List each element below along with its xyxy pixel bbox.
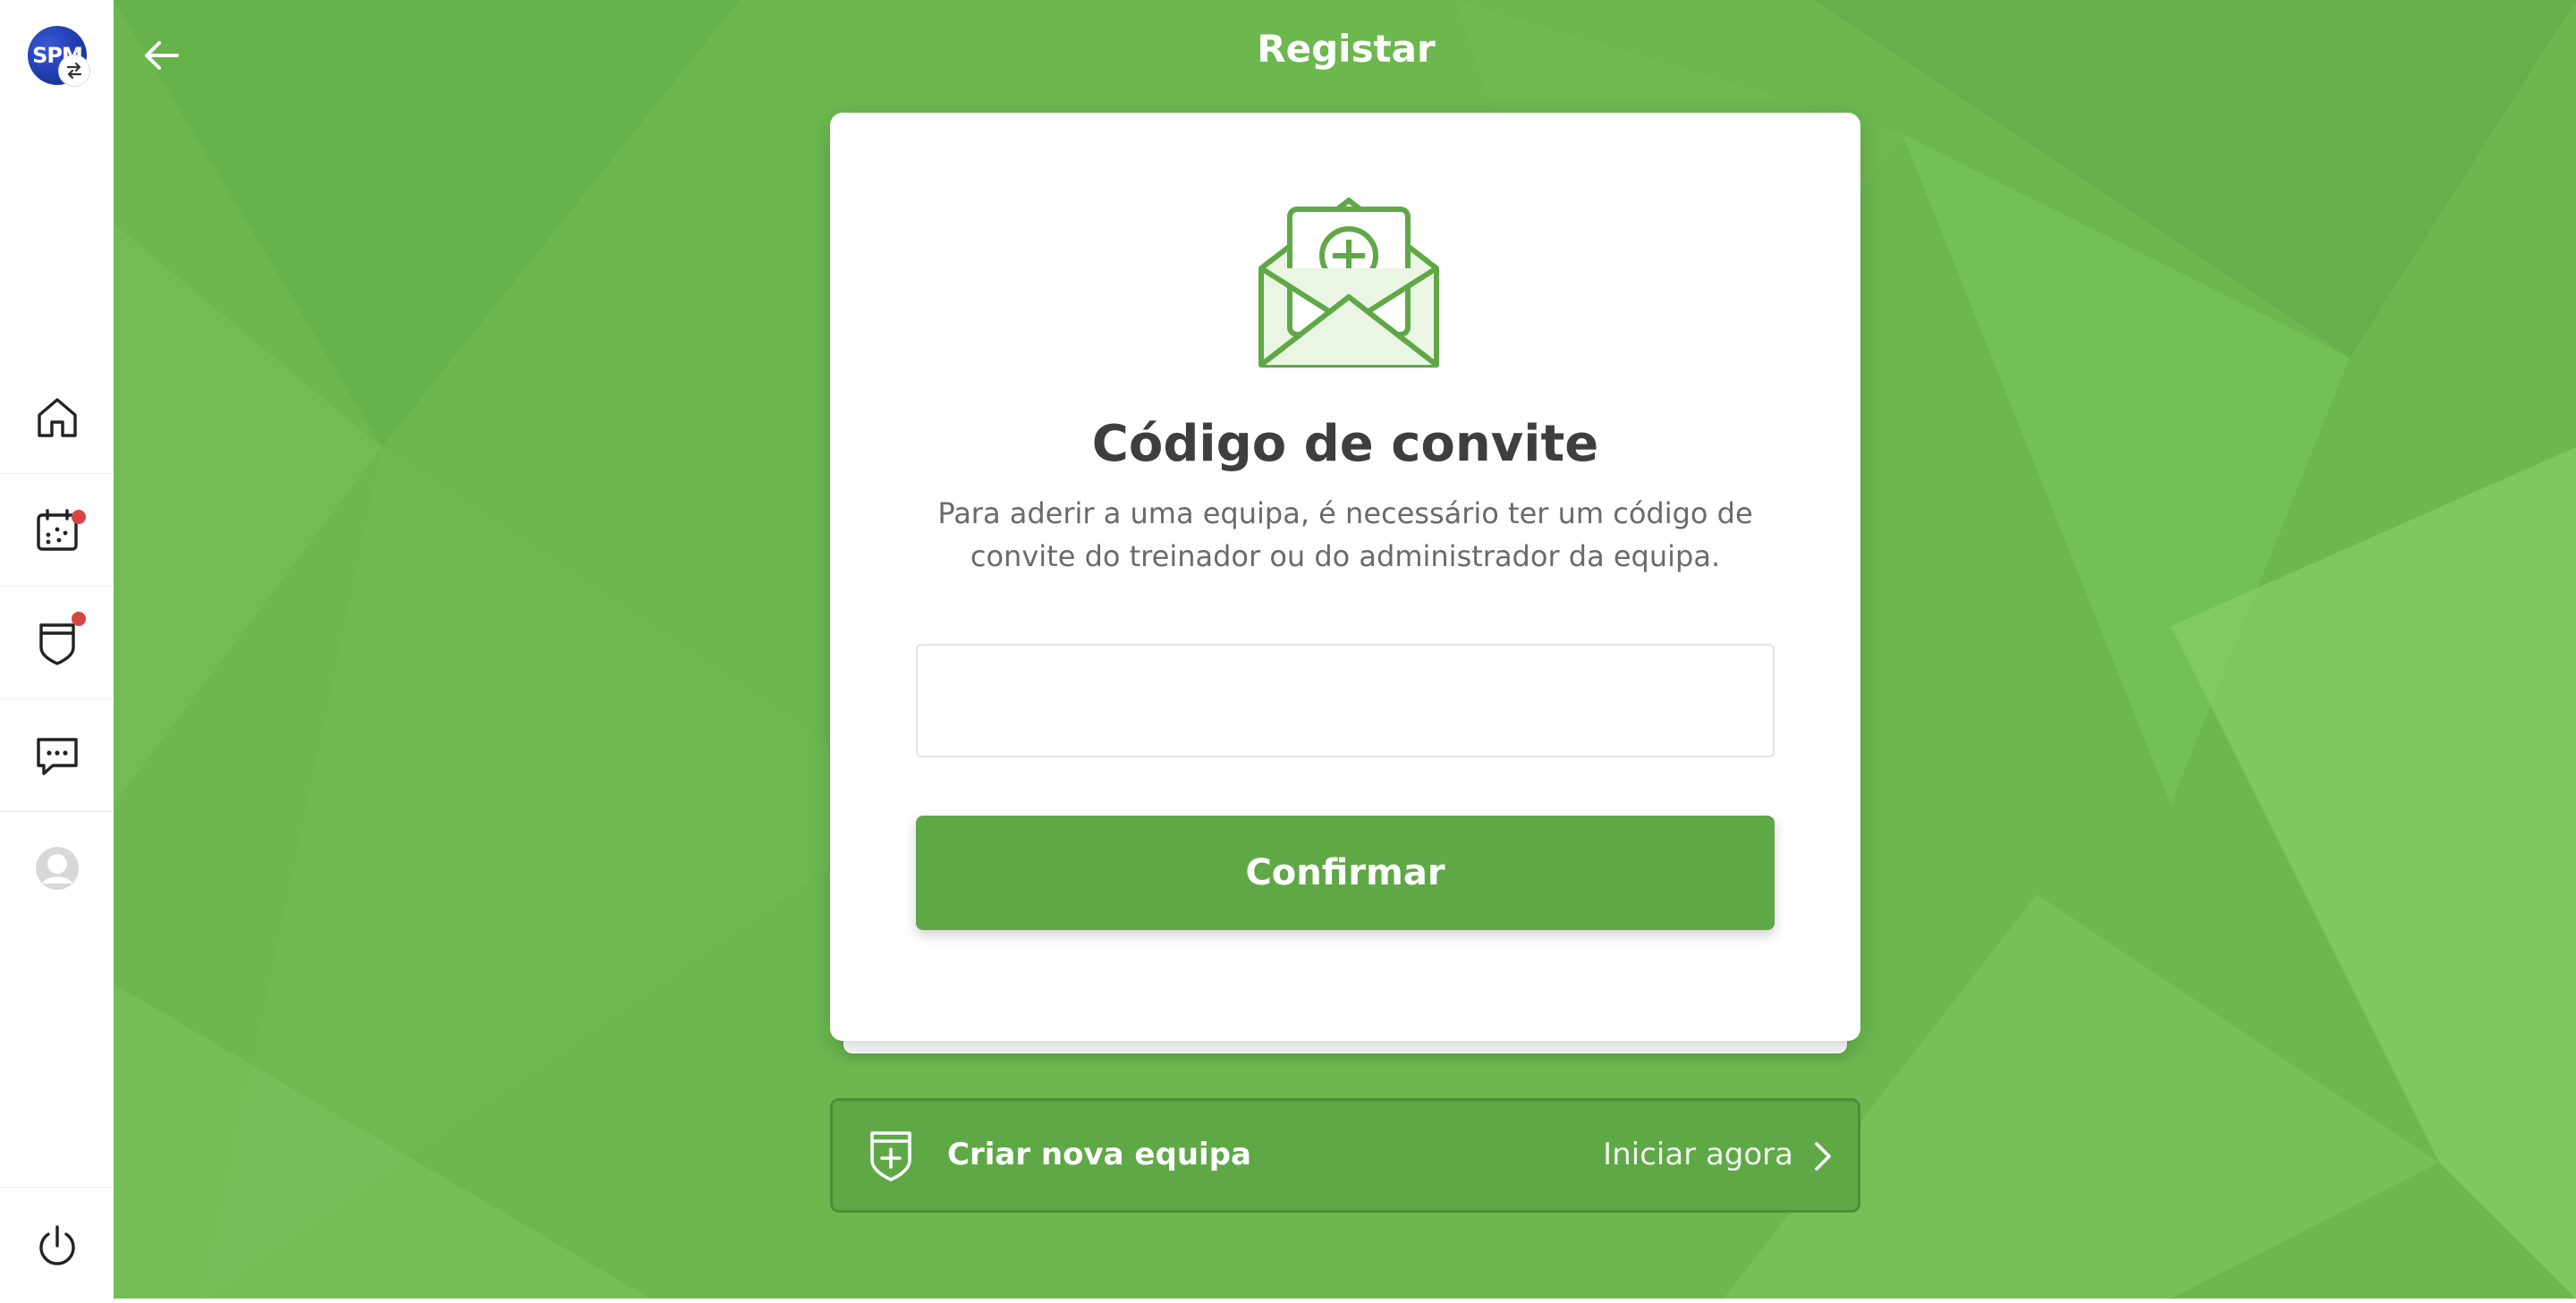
start-now-link[interactable]: Iniciar agora	[1603, 1137, 1793, 1172]
sidebar-item-teams[interactable]	[0, 587, 114, 699]
arrow-left-icon	[145, 41, 179, 70]
logout-button[interactable]	[0, 1187, 114, 1303]
switch-team-icon[interactable]	[58, 55, 90, 87]
create-team-button[interactable]: Criar nova equipa Iniciar agora	[830, 1098, 1860, 1213]
invite-code-input[interactable]	[916, 644, 1775, 757]
shield-plus-icon	[870, 1131, 911, 1181]
confirm-button[interactable]: Confirmar	[916, 816, 1775, 930]
create-team-label: Criar nova equipa	[947, 1137, 1251, 1172]
sidebar-item-profile[interactable]	[0, 812, 114, 925]
sidebar-item-messages[interactable]	[0, 699, 114, 812]
calendar-notification-badge	[72, 510, 86, 524]
sidebar-item-calendar[interactable]	[0, 474, 114, 587]
home-icon	[37, 397, 77, 437]
chevron-right-icon	[1815, 1142, 1831, 1171]
page-title: Registar	[1257, 27, 1436, 71]
shield-icon	[38, 622, 75, 665]
sidebar: SPM	[0, 0, 114, 1302]
card-description: Para aderir a uma equipa, é necessário t…	[937, 496, 1753, 573]
sidebar-item-home[interactable]	[0, 361, 114, 474]
team-logo[interactable]: SPM	[28, 26, 90, 87]
power-icon	[38, 1224, 75, 1265]
avatar-icon	[35, 847, 79, 890]
envelope-plus-icon	[1258, 198, 1439, 368]
back-button[interactable]	[136, 34, 186, 77]
teams-notification-badge	[72, 612, 86, 626]
chat-icon	[36, 737, 78, 775]
card-title: Código de convite	[1091, 415, 1599, 473]
invite-code-card: Código de convite Para aderir a uma equi…	[830, 113, 1860, 1041]
